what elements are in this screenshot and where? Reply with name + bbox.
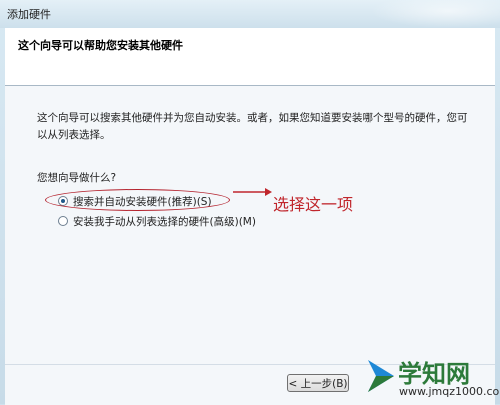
watermark: 学知网 www.jmqz1000.com [362, 352, 500, 404]
wizard-description: 这个向导可以搜索其他硬件并为您自动安装。或者，如果您知道要安装哪个型号的硬件，您… [37, 112, 468, 141]
radio-manual-select[interactable] [58, 216, 68, 226]
title-bar-decoration [370, 0, 500, 28]
wizard-header: 这个向导可以帮助您安装其他硬件 [5, 28, 495, 86]
wizard-question: 您想向导做什么? [37, 172, 117, 184]
wizard-heading: 这个向导可以帮助您安装其他硬件 [18, 39, 183, 52]
annotation-oval [45, 189, 230, 211]
option-manual-select-label: 安装我手动从列表选择的硬件(高级)(M) [73, 215, 256, 228]
option-manual-select[interactable]: 安装我手动从列表选择的硬件(高级)(M) [58, 213, 256, 229]
back-button[interactable]: < 上一步(B) [287, 374, 349, 392]
title-bar: 添加硬件 [0, 0, 500, 28]
watermark-logo-icon [368, 360, 394, 392]
add-hardware-window: 添加硬件 这个向导可以帮助您安装其他硬件 这个向导可以搜索其他硬件并为您自动安装… [0, 0, 500, 405]
watermark-logo-text: 学知网 [398, 360, 470, 388]
window-title: 添加硬件 [7, 8, 51, 21]
annotation-arrow-icon [233, 188, 272, 196]
wizard-body: 这个向导可以搜索其他硬件并为您自动安装。或者，如果您知道要安装哪个型号的硬件，您… [5, 86, 495, 364]
watermark-url: www.jmqz1000.com [399, 385, 500, 398]
annotation-text: 选择这一项 [273, 195, 354, 214]
